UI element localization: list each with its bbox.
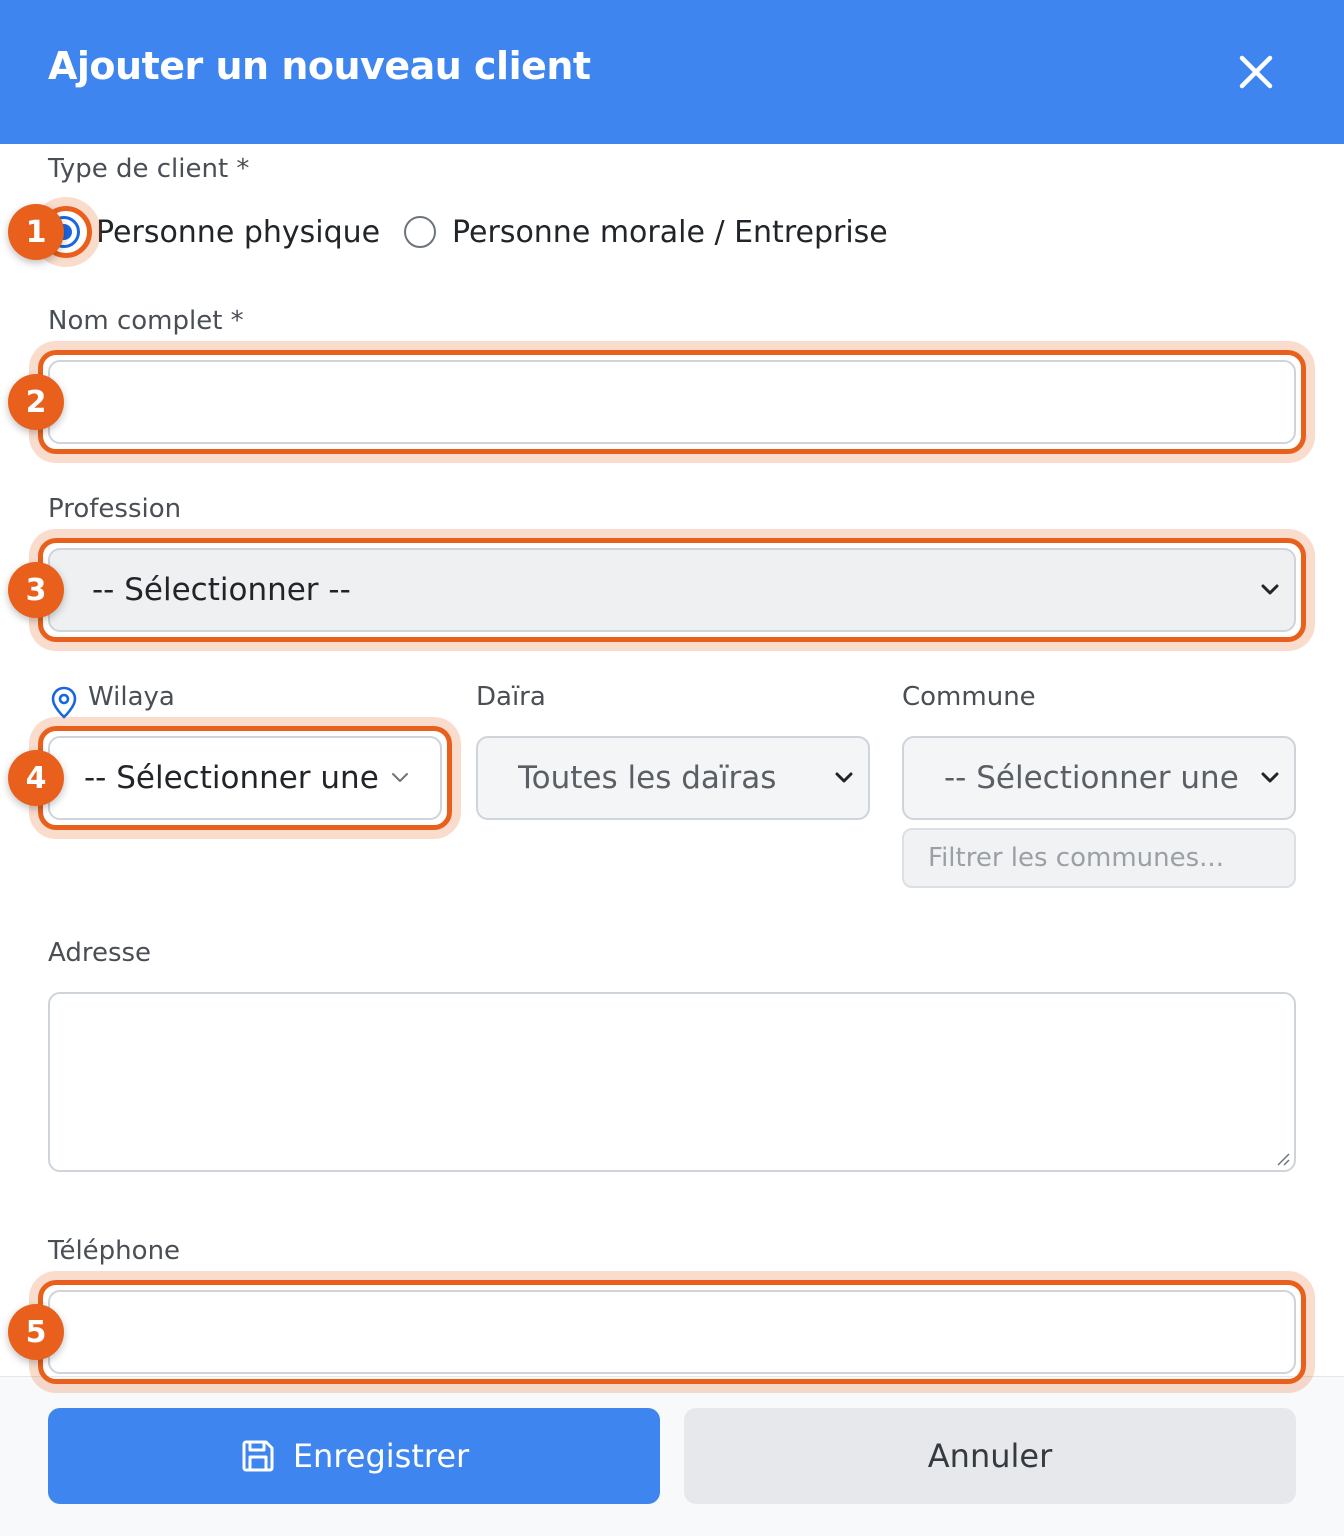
full-name-input[interactable] [48, 360, 1296, 444]
phone-input[interactable] [48, 1290, 1296, 1374]
annotation-badge-4: 4 [8, 750, 64, 806]
save-button-label: Enregistrer [292, 1437, 470, 1475]
chevron-down-icon [1261, 772, 1279, 783]
radio-personne-morale[interactable]: Personne morale / Entreprise [404, 204, 888, 260]
address-label: Adresse [48, 938, 152, 968]
radio-personne-morale-input[interactable] [404, 216, 436, 248]
modal-header: Ajouter un nouveau client [0, 0, 1344, 144]
close-icon [1239, 55, 1273, 89]
commune-select[interactable]: -- Sélectionner une [902, 736, 1296, 820]
address-textarea[interactable] [48, 992, 1296, 1172]
profession-label: Profession [48, 494, 182, 524]
wilaya-selected-value: -- Sélectionner une [84, 760, 379, 796]
modal-title: Ajouter un nouveau client [48, 44, 591, 88]
chevron-down-icon [1261, 584, 1279, 595]
annotation-badge-2: 2 [8, 374, 64, 430]
client-type-label: Type de client * [48, 154, 250, 184]
radio-personne-physique-label: Personne physique [96, 214, 381, 250]
resize-handle-icon[interactable] [1274, 1150, 1290, 1166]
close-button[interactable] [1228, 44, 1284, 100]
save-button[interactable]: Enregistrer [48, 1408, 660, 1504]
commune-label: Commune [902, 682, 1036, 712]
profession-select[interactable]: -- Sélectionner -- [48, 548, 1296, 632]
map-pin-icon [51, 686, 77, 719]
wilaya-select[interactable]: -- Sélectionner une [48, 736, 442, 820]
commune-selected-value: -- Sélectionner une [944, 760, 1239, 796]
chevron-down-icon [392, 773, 408, 782]
chevron-down-icon [835, 772, 853, 783]
radio-personne-morale-label: Personne morale / Entreprise [452, 214, 888, 250]
wilaya-label: Wilaya [88, 682, 175, 712]
phone-label: Téléphone [48, 1236, 181, 1266]
cancel-button[interactable]: Annuler [684, 1408, 1296, 1504]
annotation-badge-3: 3 [8, 562, 64, 618]
daira-select[interactable]: Toutes les daïras [476, 736, 870, 820]
daira-label: Daïra [476, 682, 546, 712]
cancel-button-label: Annuler [927, 1437, 1053, 1475]
commune-filter-input[interactable]: Filtrer les communes... [902, 828, 1296, 888]
full-name-label: Nom complet * [48, 306, 244, 336]
radio-personne-physique[interactable]: Personne physique [48, 204, 380, 260]
profession-selected-value: -- Sélectionner -- [92, 572, 351, 608]
annotation-badge-5: 5 [8, 1304, 64, 1360]
save-icon [242, 1440, 274, 1472]
annotation-badge-1: 1 [8, 204, 64, 260]
daira-selected-value: Toutes les daïras [518, 760, 777, 796]
